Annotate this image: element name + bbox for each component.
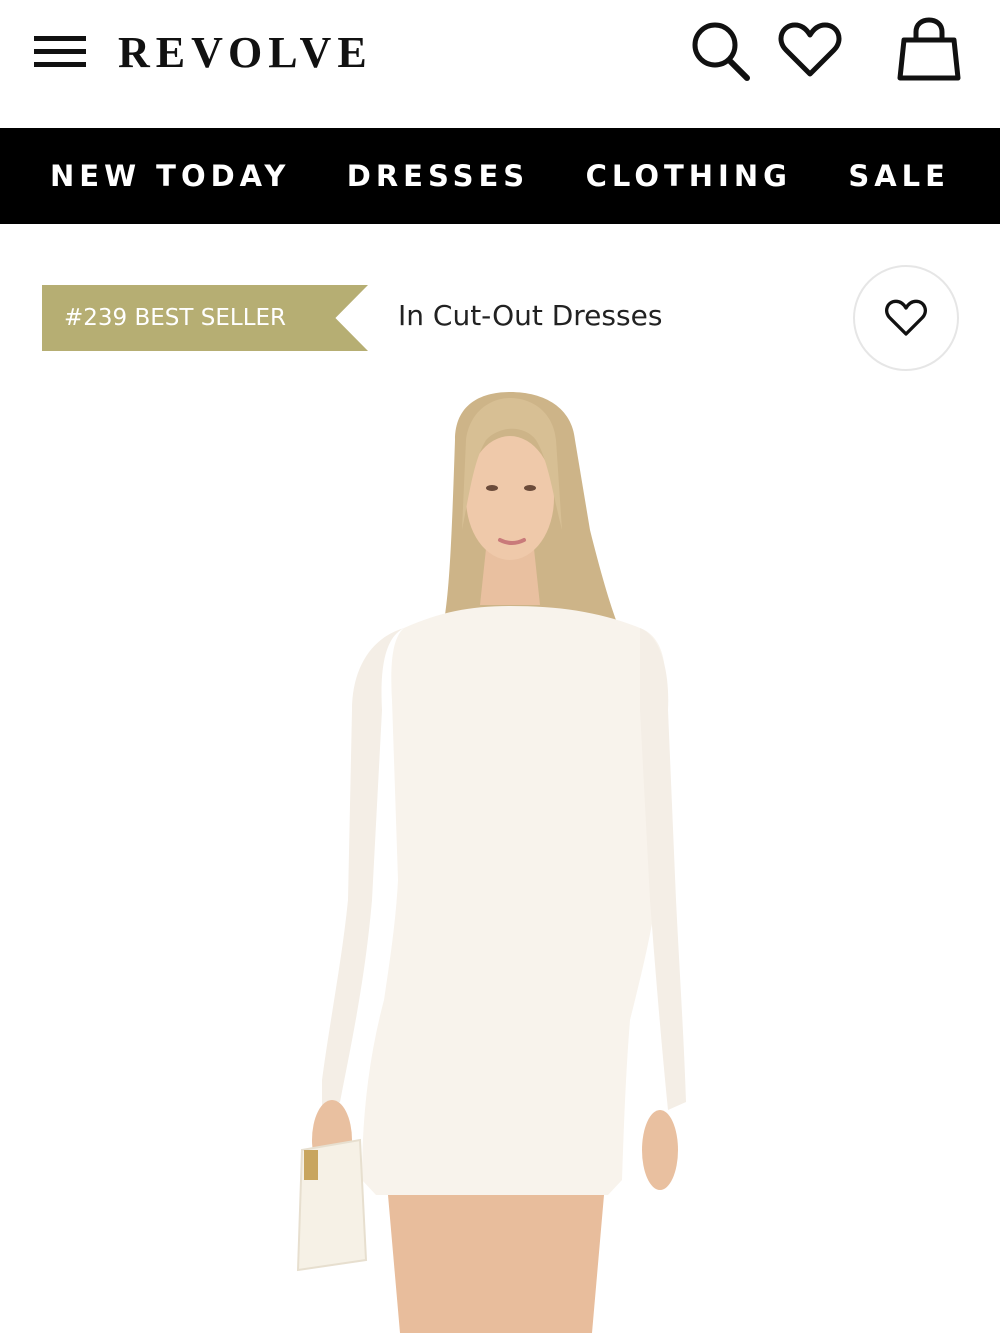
- best-seller-badge: #239 BEST SELLER: [42, 285, 368, 351]
- product-page: REVOLVE NEW TODAY DRESSES CLOTHING SALE …: [0, 0, 1000, 1333]
- nav-item-new-today[interactable]: NEW TODAY: [50, 159, 290, 193]
- shopping-bag-icon[interactable]: [896, 16, 962, 82]
- site-header: REVOLVE: [0, 0, 1000, 128]
- add-to-wishlist-button[interactable]: [853, 265, 959, 371]
- best-seller-category[interactable]: In Cut-Out Dresses: [398, 299, 662, 332]
- nav-item-clothing[interactable]: CLOTHING: [586, 159, 792, 193]
- product-image[interactable]: [0, 380, 1000, 1333]
- heart-icon[interactable]: [778, 20, 842, 80]
- nav-item-sale[interactable]: SALE: [848, 159, 950, 193]
- menu-icon[interactable]: [34, 36, 86, 68]
- search-icon[interactable]: [688, 18, 752, 82]
- heart-outline-icon: [885, 299, 927, 336]
- nav-item-dresses[interactable]: DRESSES: [347, 159, 529, 193]
- main-nav: NEW TODAY DRESSES CLOTHING SALE: [0, 128, 1000, 224]
- site-logo[interactable]: REVOLVE: [118, 28, 373, 78]
